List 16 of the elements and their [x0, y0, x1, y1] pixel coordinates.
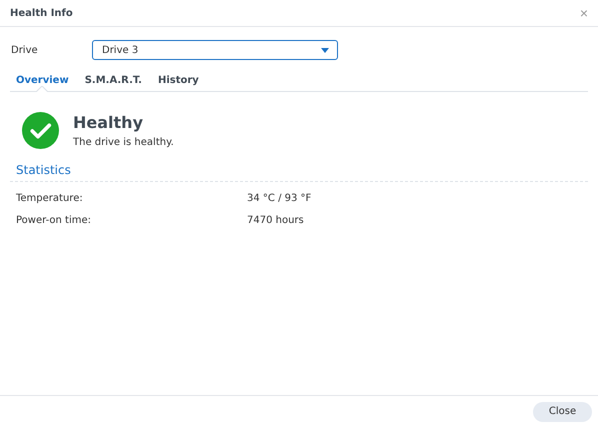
caret-icon — [321, 48, 329, 52]
close-button[interactable]: Close — [533, 402, 592, 422]
status-message: The drive is healthy. — [73, 137, 174, 148]
tab[interactable]: S.M.A.R.T. — [84, 69, 142, 91]
stat-label: Power-on time: — [16, 215, 92, 226]
stat-value: 34 °C / 93 °F — [247, 193, 312, 204]
drive-label: Drive — [10, 44, 39, 56]
check-icon — [22, 112, 59, 149]
section-heading: Statistics — [10, 163, 588, 182]
stat-value: 7470 hours — [247, 215, 304, 226]
tab[interactable]: Overview — [16, 69, 69, 91]
drive-dropdown[interactable]: Drive 3 — [92, 40, 338, 60]
tab[interactable]: History — [158, 69, 199, 91]
window-title: Health Info — [10, 8, 73, 18]
status-title: Healthy — [73, 113, 144, 132]
stat-label: Temperature: — [16, 193, 84, 204]
